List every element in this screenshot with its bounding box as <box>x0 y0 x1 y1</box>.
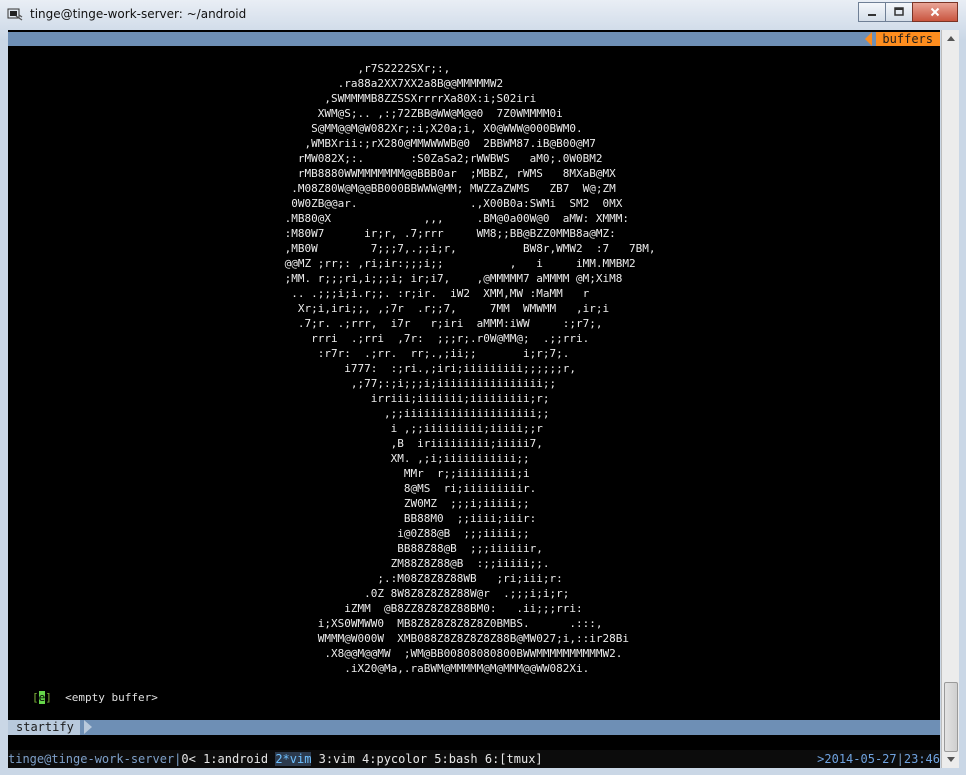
scrollbar-thumb[interactable] <box>944 682 958 752</box>
arrow-up-icon <box>946 36 955 41</box>
maximize-icon <box>894 7 904 16</box>
window-controls <box>858 2 958 22</box>
minimize-button[interactable] <box>858 2 886 22</box>
terminal-window: tinge@tinge-work-server: ~/android buffe… <box>0 0 966 775</box>
vim-tabline: buffers <box>8 32 940 46</box>
window-title: tinge@tinge-work-server: ~/android <box>30 7 247 21</box>
tmux-statusbar: tinge@tinge-work-server|0< 1:android 2*v… <box>8 750 940 768</box>
tmux-date: >2014-05-27 <box>817 752 897 766</box>
buffer-entry-label: <empty buffer> <box>65 691 158 704</box>
title-bar[interactable]: tinge@tinge-work-server: ~/android <box>0 0 966 30</box>
tmux-windows-after[interactable]: 3:vim 4:pycolor 5:bash 6:[tmux] <box>311 752 543 766</box>
terminal-content[interactable]: buffers ,r7S2222SXr;:, .ra88a2XX7XX2a8B@… <box>8 30 940 768</box>
statusline-arrow-icon <box>84 720 92 734</box>
tmux-datetime: >2014-05-27|23:46 <box>817 752 940 766</box>
tmux-host: tinge@tinge-work-server <box>8 752 175 766</box>
scroll-down-button[interactable] <box>942 752 959 768</box>
terminal-icon[interactable] <box>7 6 23 22</box>
maximize-button[interactable] <box>885 2 913 22</box>
vertical-scrollbar[interactable] <box>941 30 959 768</box>
minimize-icon <box>868 14 876 16</box>
vim-statusline: startify <box>8 720 940 735</box>
arrow-down-icon <box>946 757 955 762</box>
tmux-time: 23:46 <box>903 752 940 766</box>
close-icon <box>930 7 940 17</box>
tmux-windows-before[interactable]: 0< 1:android <box>181 752 275 766</box>
buffers-label: buffers <box>876 32 940 46</box>
startify-buffer-entry[interactable]: [e] <empty buffer> <box>32 691 158 704</box>
tmux-current-window[interactable]: 2*vim <box>275 752 312 766</box>
buffer-marker-open: [ <box>32 691 39 704</box>
startify-ascii-art: ,r7S2222SXr;:, .ra88a2XX7XX2a8B@@MMMMMW2… <box>284 62 656 675</box>
buffer-marker-close: ] <box>45 691 52 704</box>
tabline-arrow-icon <box>865 32 872 46</box>
close-button[interactable] <box>912 2 958 22</box>
scroll-up-button[interactable] <box>942 30 959 46</box>
statusline-mode: startify <box>8 720 80 735</box>
